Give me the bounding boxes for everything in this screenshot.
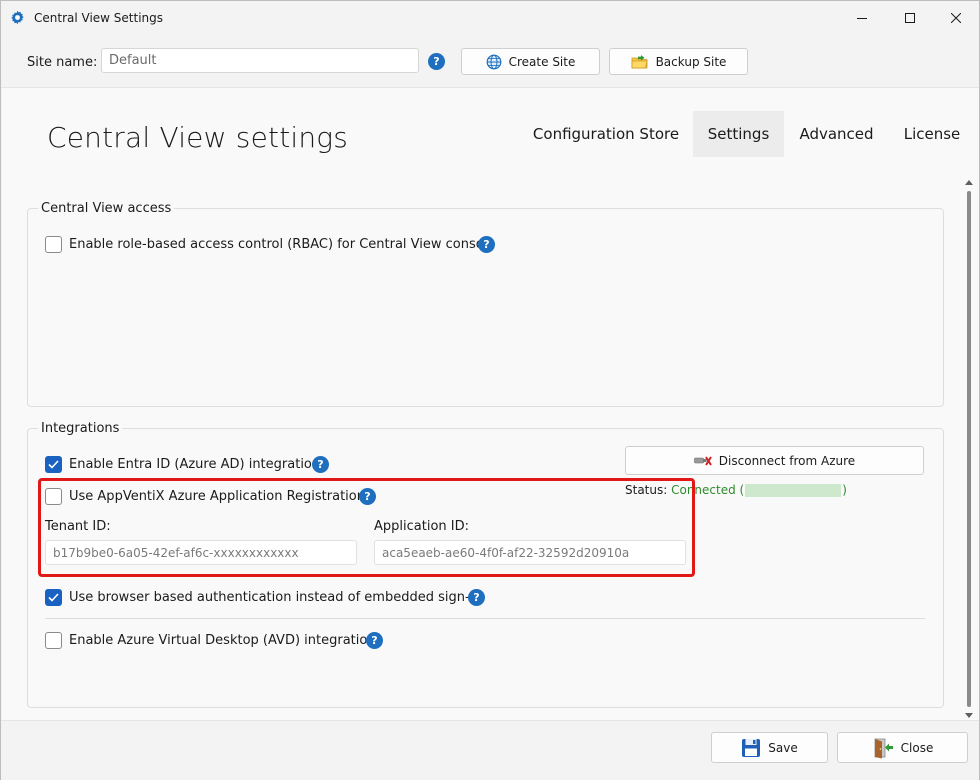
tab-configuration-store[interactable]: Configuration Store bbox=[523, 111, 689, 157]
rbac-checkbox[interactable] bbox=[45, 236, 62, 253]
disconnect-icon bbox=[693, 454, 712, 468]
avd-label: Enable Azure Virtual Desktop (AVD) integ… bbox=[69, 633, 376, 648]
avd-checkbox[interactable] bbox=[45, 632, 62, 649]
minimize-button[interactable] bbox=[839, 1, 885, 35]
maximize-button[interactable] bbox=[887, 1, 933, 35]
tab-label: Advanced bbox=[799, 125, 874, 143]
save-label: Save bbox=[768, 740, 798, 755]
settings-window: Central View Settings Site name: ? bbox=[0, 0, 980, 780]
browser-auth-label: Use browser based authentication instead… bbox=[69, 590, 482, 605]
backup-site-button[interactable]: Backup Site bbox=[609, 48, 748, 75]
check-icon bbox=[48, 593, 59, 602]
browser-auth-checkbox[interactable] bbox=[45, 589, 62, 606]
page-title: Central View settings bbox=[47, 121, 349, 154]
save-icon bbox=[741, 738, 761, 758]
gear-icon bbox=[10, 10, 25, 25]
close-label: Close bbox=[900, 740, 934, 755]
create-site-button[interactable]: Create Site bbox=[461, 48, 600, 75]
scroll-down-icon bbox=[965, 713, 973, 718]
disconnect-label: Disconnect from Azure bbox=[718, 453, 856, 468]
tab-label: License bbox=[903, 125, 961, 143]
status-close: ) bbox=[842, 483, 847, 497]
folder-backup-icon bbox=[631, 54, 649, 70]
help-icon[interactable]: ? bbox=[428, 53, 445, 70]
integrations-label: Integrations bbox=[38, 421, 123, 436]
entra-label: Enable Entra ID (Azure AD) integration bbox=[69, 457, 321, 472]
tab-advanced[interactable]: Advanced bbox=[788, 111, 885, 157]
globe-icon bbox=[486, 54, 502, 70]
title-bar: Central View Settings bbox=[1, 1, 979, 35]
highlight-box bbox=[38, 478, 695, 577]
scroll-up-icon bbox=[965, 180, 973, 185]
maximize-icon bbox=[905, 13, 915, 23]
tab-settings[interactable]: Settings bbox=[693, 111, 784, 157]
tab-label: Settings bbox=[707, 125, 770, 143]
tab-license[interactable]: License bbox=[893, 111, 971, 157]
help-icon[interactable]: ? bbox=[478, 236, 495, 253]
entra-checkbox[interactable] bbox=[45, 456, 62, 473]
exit-door-icon bbox=[872, 737, 894, 759]
site-name-input[interactable] bbox=[101, 48, 419, 73]
disconnect-azure-button[interactable]: Disconnect from Azure bbox=[625, 446, 924, 475]
tab-label: Configuration Store bbox=[532, 125, 680, 143]
check-icon bbox=[48, 460, 59, 469]
site-bar: Site name: ? Create Site bbox=[1, 35, 979, 88]
scrollbar-thumb[interactable] bbox=[967, 191, 971, 707]
help-icon[interactable]: ? bbox=[312, 456, 329, 473]
vertical-scrollbar[interactable] bbox=[962, 179, 976, 721]
redacted-block bbox=[745, 484, 842, 497]
backup-site-label: Backup Site bbox=[655, 54, 727, 69]
close-window-button[interactable] bbox=[933, 1, 979, 35]
close-button[interactable]: Close bbox=[837, 732, 968, 763]
minimize-icon bbox=[857, 13, 867, 23]
window-title: Central View Settings bbox=[34, 11, 164, 25]
footer-bar: Save Close bbox=[1, 720, 979, 780]
divider bbox=[45, 618, 925, 619]
central-view-access-label: Central View access bbox=[38, 201, 175, 216]
save-button[interactable]: Save bbox=[711, 732, 828, 763]
help-icon[interactable]: ? bbox=[366, 632, 383, 649]
rbac-label: Enable role-based access control (RBAC) … bbox=[69, 237, 496, 252]
help-icon[interactable]: ? bbox=[468, 589, 485, 606]
create-site-label: Create Site bbox=[508, 54, 576, 69]
site-name-label: Site name: bbox=[27, 55, 98, 70]
close-icon bbox=[951, 13, 961, 23]
